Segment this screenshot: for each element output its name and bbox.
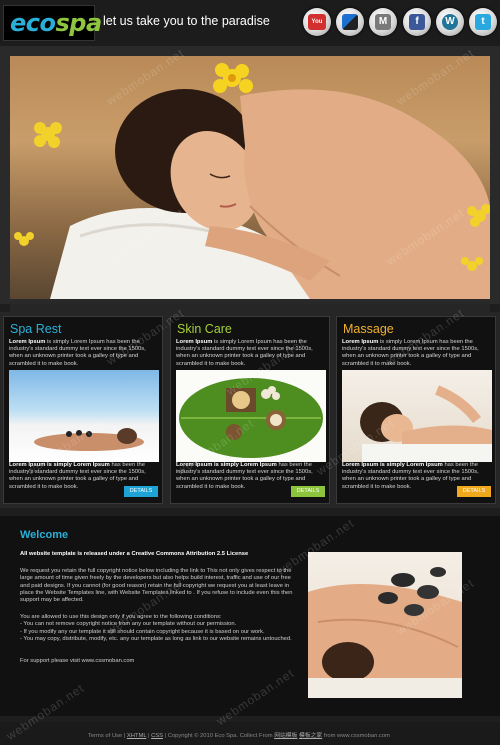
column-intro-bold: Lorem Ipsum: [176, 339, 213, 345]
footer-text: Terms of Use | XHTML | CSS | Copyright ©…: [88, 730, 390, 739]
column-intro: Lorem Ipsum is simply Lorem Ipsum has be…: [9, 339, 159, 368]
hero-image: [10, 56, 490, 299]
xhtml-link[interactable]: XHTML: [127, 733, 146, 739]
copyright-request-text: We request you retain the full copyright…: [20, 568, 293, 604]
logo[interactable]: ecospa: [3, 5, 102, 41]
copyright-text: | Copyright © 2010 Eco Spa. Collect From: [164, 733, 273, 739]
logo-eco-text: eco: [10, 9, 56, 37]
twitter-icon: t: [475, 14, 491, 30]
mixx-link[interactable]: M: [369, 8, 397, 36]
hero-section: HOME SERVICES THERAPIES STAFF PROFILE LO…: [0, 46, 500, 343]
details-button[interactable]: DETAILS: [291, 486, 325, 497]
feature-columns: Spa Rest Lorem Ipsum is simply Lorem Ips…: [0, 312, 500, 508]
footer: Terms of Use | XHTML | CSS | Copyright ©…: [0, 722, 500, 745]
column-skin-care: Skin Care Lorem Ipsum is simply Lorem Ip…: [170, 316, 330, 504]
terms-link[interactable]: Terms of Use |: [88, 733, 125, 739]
column-spa-rest: Spa Rest Lorem Ipsum is simply Lorem Ips…: [3, 316, 163, 504]
twitter-link[interactable]: t: [469, 8, 497, 36]
hero-illustration: [14, 63, 490, 299]
column-intro: Lorem Ipsum is simply Lorem Ipsum has be…: [342, 339, 492, 368]
footer-source-text: from www.cssmoban.com: [323, 733, 390, 739]
column-intro-bold: Lorem Ipsum: [9, 339, 46, 345]
column-body-bold: Lorem Ipsum is simply Lorem Ipsum: [176, 462, 277, 468]
css-link[interactable]: CSS: [151, 733, 163, 739]
column-intro-bold: Lorem Ipsum: [342, 339, 379, 345]
wordpress-icon: W: [442, 14, 458, 30]
column-massage: Massage Lorem Ipsum is simply Lorem Ipsu…: [336, 316, 496, 504]
youtube-icon: You: [308, 14, 326, 30]
hot-stone-massage-image: [308, 552, 462, 698]
template-link-2[interactable]: 模板之家: [299, 733, 322, 739]
column-title: Skin Care: [177, 322, 232, 336]
facebook-link[interactable]: f: [403, 8, 431, 36]
license-bold: All website template is released under a…: [20, 551, 249, 557]
massage-image: [342, 370, 492, 462]
skin-care-image: [176, 370, 326, 462]
delicious-icon: [342, 14, 358, 30]
column-title: Massage: [343, 322, 394, 336]
details-button[interactable]: DETAILS: [457, 486, 491, 497]
license-text: All website template is released under a…: [20, 551, 300, 558]
welcome-section: Welcome All website template is released…: [0, 516, 500, 716]
facebook-icon: f: [409, 14, 425, 30]
column-intro: Lorem Ipsum is simply Lorem Ipsum has be…: [176, 339, 326, 368]
footer-separator: |: [147, 733, 150, 739]
mixx-icon: M: [375, 14, 391, 30]
youtube-link[interactable]: You: [303, 8, 331, 36]
template-link-1[interactable]: 网站模板: [274, 733, 297, 739]
conditions-text: You are allowed to use this design only …: [20, 614, 292, 642]
column-title: Spa Rest: [10, 322, 62, 336]
tagline: let us take you to the paradise: [103, 14, 270, 28]
column-body-bold: Lorem Ipsum is simply Lorem Ipsum: [342, 462, 443, 468]
support-text[interactable]: For support please visit www.cssmoban.co…: [20, 658, 300, 665]
column-body-bold: Lorem Ipsum is simply Lorem Ipsum: [9, 462, 110, 468]
details-button[interactable]: DETAILS: [124, 486, 158, 497]
logo-spa-text: spa: [55, 9, 103, 37]
header: ecospa let us take you to the paradise Y…: [0, 0, 500, 46]
wordpress-link[interactable]: W: [436, 8, 464, 36]
delicious-link[interactable]: [336, 8, 364, 36]
spa-rest-image: [9, 370, 159, 462]
welcome-title: Welcome: [20, 529, 69, 541]
